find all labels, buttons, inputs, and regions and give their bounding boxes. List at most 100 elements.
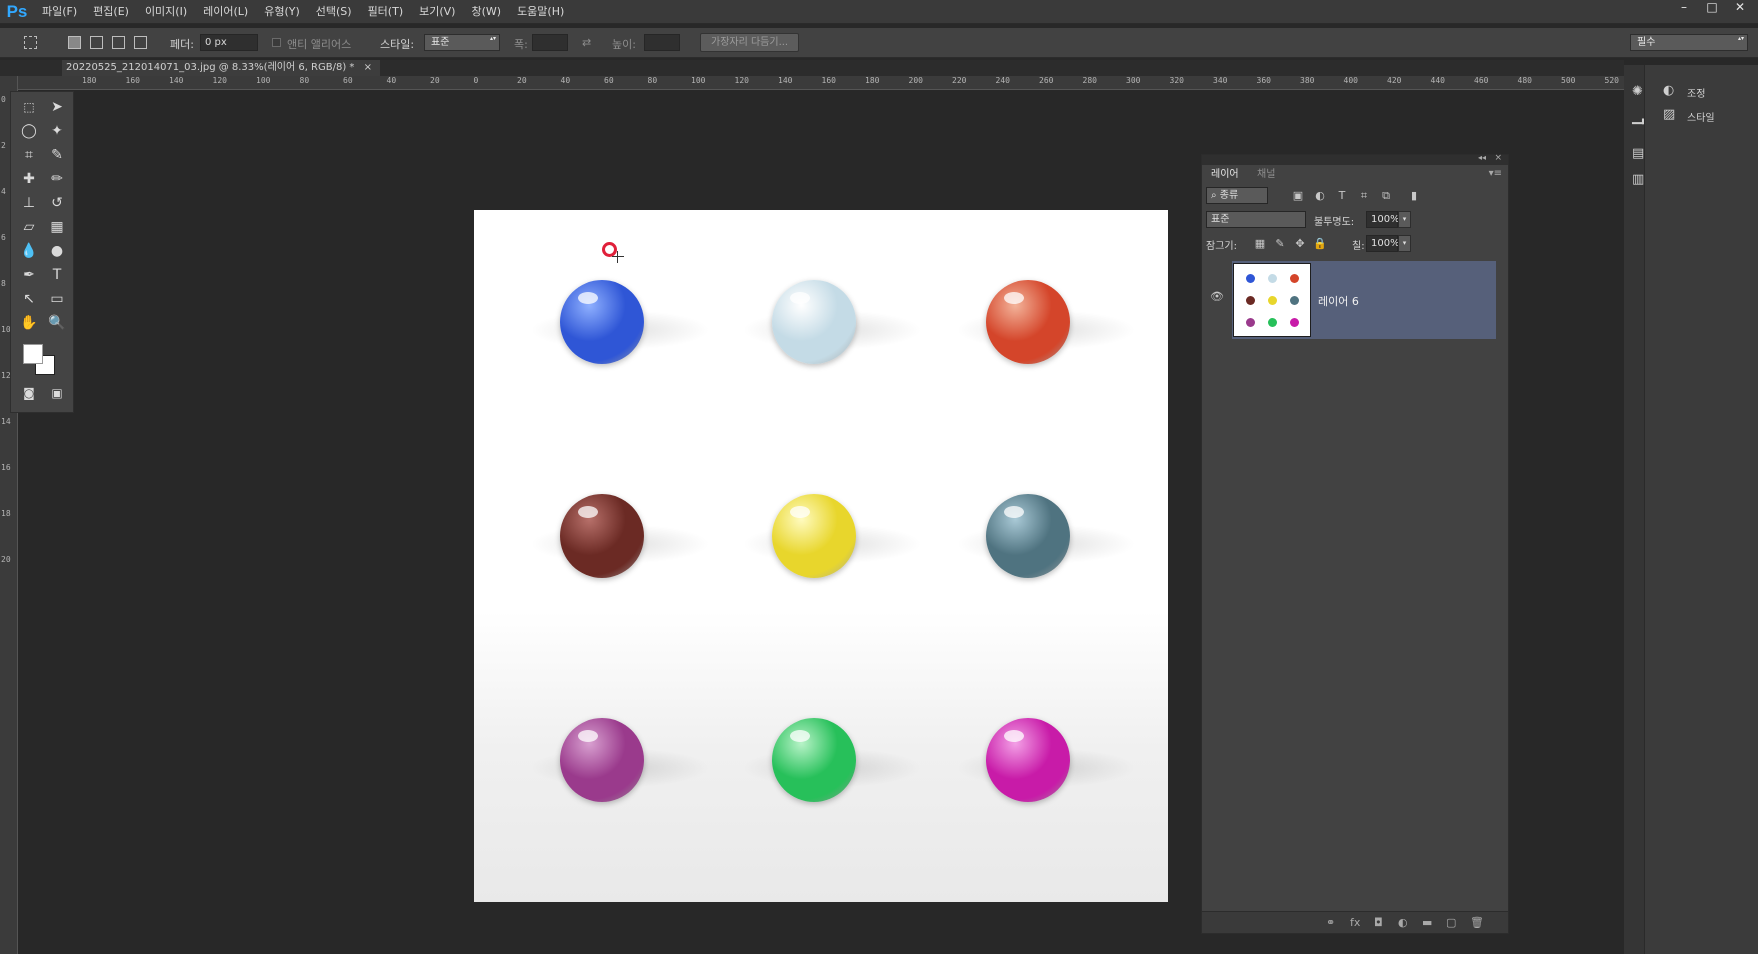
menu-view[interactable]: 보기(V)	[411, 0, 463, 24]
menu-file[interactable]: 파일(F)	[34, 0, 85, 24]
magic-wand-icon[interactable]: ✦	[45, 120, 69, 142]
opacity-input[interactable]: 100%	[1366, 211, 1400, 228]
ruler-h-tick: 420	[1387, 76, 1402, 85]
gradient-icon[interactable]: ▦	[45, 216, 69, 238]
crop-icon[interactable]: ⌗	[17, 144, 41, 166]
new-selection-icon[interactable]	[68, 36, 81, 49]
lock-transparent-icon[interactable]: ▦	[1252, 237, 1268, 250]
blur-icon[interactable]: 💧	[17, 240, 41, 262]
layer-name[interactable]: 레이어 6	[1318, 293, 1359, 309]
menu-edit[interactable]: 편집(E)	[85, 0, 137, 24]
filter-toggle-icon[interactable]: ▮	[1406, 189, 1422, 202]
eraser-icon[interactable]: ▱	[17, 216, 41, 238]
horizontal-ruler[interactable]: 180 160 140 120 100 80 60 40 20 0 20 40 60 80 100 120 14…	[18, 76, 1624, 90]
add-selection-icon[interactable]	[90, 36, 103, 49]
screen-mode-icon[interactable]: ▣	[45, 382, 69, 404]
collapse-icon[interactable]: ◂◂	[1478, 153, 1486, 162]
brush-settings-icon[interactable]: ✺	[1632, 84, 1643, 99]
lock-image-icon[interactable]: ✎	[1272, 237, 1288, 250]
tab-channels[interactable]: 채널	[1252, 167, 1280, 183]
feather-input[interactable]: 0 px	[200, 34, 258, 51]
adjustments-icon[interactable]: ◐	[1663, 83, 1674, 98]
panel-close-icon[interactable]: ×	[1494, 153, 1502, 163]
lasso-icon[interactable]: ◯	[17, 120, 41, 142]
menu-select[interactable]: 선택(S)	[308, 0, 360, 24]
pixel-filter-icon[interactable]: ▣	[1290, 189, 1306, 202]
marquee-icon[interactable]: ⬚	[17, 96, 41, 118]
minimize-button[interactable]: –	[1672, 0, 1696, 14]
ruler-h-tick: 140	[169, 76, 184, 85]
smart-object-filter-icon[interactable]: ⧉	[1378, 189, 1394, 203]
workspace-select[interactable]: 필수	[1630, 34, 1748, 51]
panel-header-strip: ◂◂ ×	[1202, 153, 1508, 165]
type-filter-icon[interactable]: T	[1334, 189, 1350, 202]
layer-style-icon[interactable]: fx	[1350, 916, 1360, 929]
blend-mode-select[interactable]: 표준	[1206, 211, 1306, 228]
menu-layer[interactable]: 레이어(L)	[195, 0, 256, 24]
hand-icon[interactable]: ✋	[17, 312, 41, 334]
width-label: 폭:	[514, 38, 528, 51]
eyedropper-icon[interactable]: ✎	[45, 144, 69, 166]
maximize-button[interactable]: □	[1700, 0, 1724, 14]
menu-filter[interactable]: 필터(T)	[360, 0, 412, 24]
history-brush-icon[interactable]: ↺	[45, 192, 69, 214]
shape-filter-icon[interactable]: ⌗	[1356, 189, 1372, 203]
marquee-preset-icon[interactable]	[24, 36, 37, 49]
delete-layer-icon[interactable]: 🗑	[1470, 916, 1484, 929]
width-input[interactable]	[532, 34, 568, 51]
layer-row[interactable]: 레이어 6	[1232, 261, 1496, 339]
lock-position-icon[interactable]: ✥	[1292, 237, 1308, 250]
fill-input[interactable]: 100%	[1366, 235, 1400, 252]
lock-all-icon[interactable]: 🔒	[1312, 237, 1328, 250]
style-select[interactable]: 표준	[424, 34, 500, 51]
menu-image[interactable]: 이미지(I)	[137, 0, 195, 24]
swap-icon[interactable]: ⇄	[582, 36, 591, 49]
ruler-h-tick: 400	[1343, 76, 1358, 85]
shape-icon[interactable]: ▭	[45, 288, 69, 310]
antialias-checkbox[interactable]	[272, 38, 281, 47]
document-canvas[interactable]	[474, 210, 1168, 902]
menu-help[interactable]: 도움말(H)	[509, 0, 572, 24]
path-selection-icon[interactable]: ↖	[17, 288, 41, 310]
zoom-icon[interactable]: 🔍	[45, 312, 69, 334]
marble	[986, 718, 1070, 802]
properties-icon[interactable]: ▤	[1632, 146, 1644, 161]
clone-stamp-icon[interactable]: ⊥	[17, 192, 41, 214]
tab-layers[interactable]: 레이어	[1206, 167, 1244, 183]
quick-mask-icon[interactable]: ◙	[17, 382, 41, 404]
visibility-eye-icon[interactable]: 👁	[1210, 290, 1224, 303]
panel-menu-icon[interactable]: ▾≡	[1489, 168, 1502, 179]
menu-window[interactable]: 창(W)	[463, 0, 509, 24]
layer-mask-icon[interactable]: ◘	[1374, 916, 1383, 929]
adjustment-filter-icon[interactable]: ◐	[1312, 189, 1328, 202]
document-tab[interactable]: 20220525_212014071_03.jpg @ 8.33%(레이어 6,…	[62, 60, 381, 76]
type-icon[interactable]: T	[45, 264, 69, 286]
opacity-dropdown-icon[interactable]: ▾	[1398, 211, 1411, 228]
styles-icon[interactable]: ▨	[1663, 107, 1675, 122]
options-bar: 페더: 0 px 앤티 앨리어스 스타일: 표준 폭: ⇄ 높이: 가장자리 다…	[0, 28, 1758, 58]
foreground-color-swatch[interactable]	[23, 344, 43, 364]
filter-kind-select[interactable]: ⌕ 종류	[1206, 187, 1268, 204]
subtract-selection-icon[interactable]	[112, 36, 125, 49]
adjustment-layer-icon[interactable]: ◐	[1398, 916, 1408, 929]
new-group-icon[interactable]: ▬	[1422, 916, 1432, 929]
dodge-icon[interactable]: ●	[45, 240, 69, 262]
document-tab-close-icon[interactable]: ×	[364, 62, 372, 73]
healing-brush-icon[interactable]: ✚	[17, 168, 41, 190]
new-layer-icon[interactable]: ▢	[1446, 916, 1456, 929]
close-button[interactable]: ✕	[1728, 0, 1752, 14]
intersect-selection-icon[interactable]	[134, 36, 147, 49]
adjustments-label[interactable]: 조정	[1687, 85, 1705, 100]
link-layers-icon[interactable]: ⚭	[1326, 916, 1335, 929]
fill-dropdown-icon[interactable]: ▾	[1398, 235, 1411, 252]
ruler-h-tick: 380	[1300, 76, 1315, 85]
refine-edge-button[interactable]: 가장자리 다듬기...	[700, 33, 800, 52]
ruler-v-tick: 18	[1, 509, 11, 518]
menu-type[interactable]: 유형(Y)	[256, 0, 308, 24]
height-input[interactable]	[644, 34, 680, 51]
brush-icon[interactable]: ✏	[45, 168, 69, 190]
notes-icon[interactable]: ▥	[1632, 172, 1644, 187]
move-icon[interactable]: ➤	[45, 96, 69, 118]
pen-icon[interactable]: ✒	[17, 264, 41, 286]
styles-label[interactable]: 스타일	[1687, 109, 1715, 124]
